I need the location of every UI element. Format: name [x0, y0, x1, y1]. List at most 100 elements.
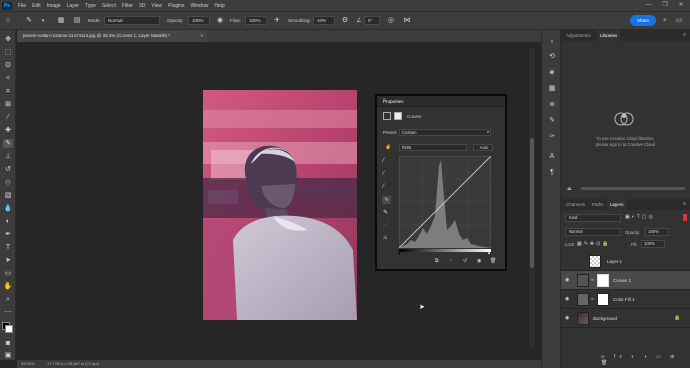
smoothing-input[interactable]: 10%: [313, 16, 335, 25]
menu-help[interactable]: Help: [214, 3, 224, 9]
document-tab[interactable]: pexels-ruslan-rozanov-11474114.jpg @ 33.…: [17, 30, 207, 42]
white-point-eyedropper-icon[interactable]: ⁄: [383, 184, 384, 190]
rectangle-tool-icon[interactable]: ▭: [3, 269, 13, 278]
tab-adjustments[interactable]: Adjustments: [563, 30, 594, 41]
layer-name[interactable]: Curves 1: [613, 278, 631, 283]
maximize-icon[interactable]: ❐: [658, 0, 672, 11]
preset-chevron-down-icon[interactable]: ▾: [487, 129, 489, 134]
tab-libraries[interactable]: Libraries: [597, 30, 621, 41]
type-tool-icon[interactable]: T: [3, 243, 13, 252]
layer-filter-select[interactable]: Kind: [565, 214, 621, 222]
filter-toggle[interactable]: [683, 214, 687, 221]
lock-icon[interactable]: 🔒: [674, 315, 680, 321]
brush-tool-preset-icon[interactable]: ✎: [24, 16, 34, 26]
gray-point-eyedropper-icon[interactable]: ⁄: [383, 171, 384, 177]
menu-3d[interactable]: 3D: [139, 3, 145, 9]
vertical-scrollbar[interactable]: [529, 48, 535, 348]
blur-tool-icon[interactable]: 💧: [3, 204, 13, 213]
auto-button[interactable]: Auto: [473, 144, 493, 151]
layer-filter-icons[interactable]: ▣◐T▢◎: [625, 214, 655, 220]
properties-header[interactable]: Properties ≡: [377, 96, 505, 107]
opacity-input[interactable]: 100%: [188, 16, 210, 25]
layer-row[interactable]: ◉ ∞ Curves 1: [561, 271, 690, 290]
adjust-sliders-icon[interactable]: ≣: [547, 100, 557, 110]
layers-menu-icon[interactable]: ≡: [683, 201, 686, 207]
menu-filter[interactable]: Filter: [122, 3, 133, 9]
flow-input[interactable]: 100%: [245, 16, 267, 25]
layer-row[interactable]: ◉ Background 🔒: [561, 309, 690, 328]
view-previous-state-icon[interactable]: ◔: [449, 258, 452, 264]
menu-window[interactable]: Window: [191, 3, 209, 9]
tab-layers[interactable]: Layers: [607, 199, 627, 210]
brush-settings-icon[interactable]: ▦: [56, 16, 66, 26]
layer-mask-icon[interactable]: [394, 112, 402, 120]
blend-mode-select[interactable]: Normal: [565, 228, 621, 236]
layer-visibility-eye-icon[interactable]: ◉: [565, 315, 569, 321]
path-selection-tool-icon[interactable]: ➤: [3, 256, 13, 265]
mode-select[interactable]: Normal: [104, 16, 160, 25]
brush-panel-icon[interactable]: ▤: [72, 16, 82, 26]
zoom-tool-icon[interactable]: ⌕: [3, 295, 13, 304]
crop-tool-icon[interactable]: ⌗: [3, 87, 13, 96]
layer-visibility-eye-icon[interactable]: ◉: [565, 277, 569, 283]
move-tool-icon[interactable]: ✥: [3, 35, 13, 44]
link-icon[interactable]: ∞: [591, 296, 594, 301]
angle-input[interactable]: 0°: [364, 16, 380, 25]
clone-stamp-tool-icon[interactable]: ⊥: [3, 152, 13, 161]
background-color-swatch[interactable]: [5, 325, 13, 333]
minimize-icon[interactable]: —: [642, 0, 656, 11]
pressure-opacity-icon[interactable]: ◉: [215, 16, 225, 26]
reset-icon[interactable]: ↺: [463, 258, 467, 264]
tab-paths[interactable]: Paths: [589, 199, 607, 210]
fill-input[interactable]: 100%: [641, 240, 665, 248]
pen-tool-icon[interactable]: ✒: [3, 230, 13, 239]
brushes-panel-icon[interactable]: ✎: [547, 116, 557, 126]
layer-name[interactable]: Color Fill 1: [613, 297, 635, 302]
layer-row[interactable]: Layer 1: [561, 252, 690, 271]
lasso-tool-icon[interactable]: ʘ: [3, 61, 13, 70]
hand-tool-icon[interactable]: ✋: [3, 282, 13, 291]
menu-layer[interactable]: Layer: [67, 3, 80, 9]
black-slider-icon[interactable]: ▲: [397, 250, 401, 255]
edit-toolbar-icon[interactable]: ⋯: [3, 308, 13, 317]
menu-edit[interactable]: Edit: [32, 3, 41, 9]
dodge-tool-icon[interactable]: ◐: [3, 217, 13, 226]
gear-icon[interactable]: ⚙: [340, 16, 350, 26]
layer-row[interactable]: ◉ ∞ Color Fill 1: [561, 290, 690, 309]
history-panel-icon[interactable]: ⟲: [547, 52, 557, 62]
menu-view[interactable]: View: [151, 3, 162, 9]
trash-icon[interactable]: 🗑: [490, 258, 496, 264]
eyedropper-tool-icon[interactable]: ⁄: [3, 113, 13, 122]
zoom-level[interactable]: 33.33%: [21, 361, 35, 366]
menu-select[interactable]: Select: [102, 3, 116, 9]
pressure-size-icon[interactable]: ◎: [386, 16, 396, 26]
brush-size-icon[interactable]: ▾: [38, 16, 48, 26]
frame-tool-icon[interactable]: ⊠: [3, 100, 13, 109]
white-slider-icon[interactable]: ▲: [487, 250, 491, 255]
smooth-curve-icon[interactable]: ⋰: [383, 222, 388, 228]
layer-opacity-input[interactable]: 100%: [645, 228, 669, 236]
share-button[interactable]: Share: [630, 15, 656, 26]
workspace-icon[interactable]: ▭: [674, 16, 684, 26]
preset-select[interactable]: Custom: [399, 129, 491, 136]
search-icon[interactable]: ⌕: [660, 16, 670, 26]
swatches-panel-icon[interactable]: ▦: [547, 84, 557, 94]
layer-mask-thumbnail[interactable]: [597, 274, 609, 287]
healing-brush-tool-icon[interactable]: ✚: [3, 126, 13, 135]
lock-icons[interactable]: ▦✎✥⊡🔒: [577, 241, 611, 247]
layers-footer-icons[interactable]: ∞ fx ◐ ◑ ▭ ⊕ 🗑: [601, 354, 690, 366]
curve-point-tool-icon[interactable]: ∿: [382, 196, 391, 204]
quick-select-tool-icon[interactable]: ✧: [3, 74, 13, 83]
on-image-adjust-icon[interactable]: ☝: [385, 144, 391, 150]
airbrush-icon[interactable]: ✈: [272, 16, 282, 26]
character-panel-icon[interactable]: A: [547, 152, 557, 162]
tab-channels[interactable]: Channels: [563, 199, 588, 210]
menu-image[interactable]: Image: [47, 3, 61, 9]
color-panel-icon[interactable]: ◈: [547, 68, 557, 78]
link-icon[interactable]: ∞: [591, 277, 594, 282]
history-brush-tool-icon[interactable]: ↺: [3, 165, 13, 174]
menu-type[interactable]: Type: [85, 3, 96, 9]
black-point-eyedropper-icon[interactable]: ⁄: [383, 158, 384, 164]
paragraph-panel-icon[interactable]: ¶: [547, 168, 557, 178]
collapse-panels-icon[interactable]: «: [547, 37, 557, 47]
